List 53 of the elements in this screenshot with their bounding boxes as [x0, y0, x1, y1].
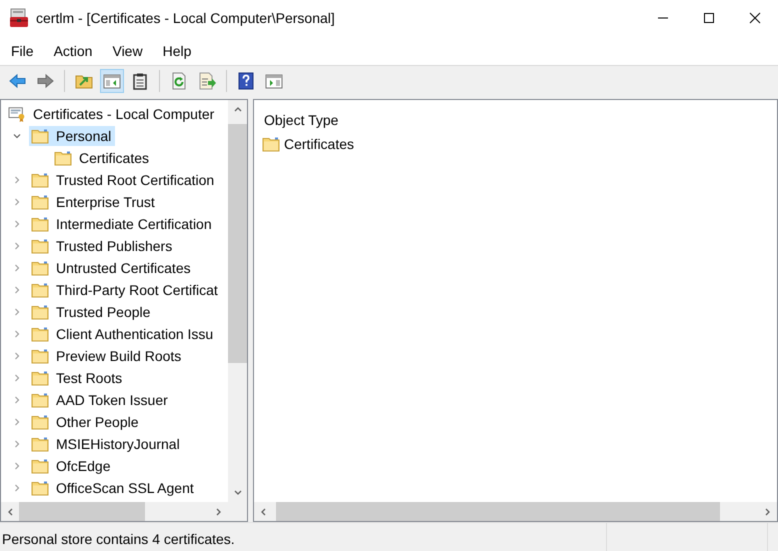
tree-item[interactable]: Preview Build Roots — [29, 346, 186, 366]
vertical-scrollbar[interactable] — [228, 100, 247, 502]
console-tree-button[interactable] — [100, 69, 124, 93]
folder-icon — [31, 172, 49, 188]
scrollbar-thumb[interactable] — [228, 124, 247, 363]
tree-item[interactable]: Trusted Root Certification — [29, 170, 218, 190]
folder-icon — [31, 348, 49, 364]
tree-item[interactable]: Personal — [29, 126, 116, 146]
status-text: Personal store contains 4 certificates. — [1, 530, 236, 549]
tree-item[interactable]: AAD Token Issuer — [29, 390, 172, 410]
folder-icon — [31, 260, 49, 276]
folder-icon — [31, 304, 49, 320]
folder-icon — [31, 414, 49, 430]
tree-item[interactable]: MSIEHistoryJournal — [29, 434, 184, 454]
tree-item[interactable]: Trusted People — [29, 302, 154, 322]
menu-item[interactable]: View — [105, 42, 150, 58]
horizontal-scrollbar[interactable] — [254, 502, 777, 521]
tree-item[interactable]: Certificates - Local Computer — [6, 104, 218, 124]
tree-item[interactable]: Trusted Publishers — [29, 236, 176, 256]
folder-icon — [31, 216, 49, 232]
folder-icon — [31, 238, 49, 254]
folder-icon — [31, 480, 49, 496]
folder-icon — [31, 128, 49, 144]
folder-icon — [31, 194, 49, 210]
folder-icon — [31, 458, 49, 474]
chevron-icon[interactable] — [12, 131, 22, 141]
tree-item[interactable]: Third-Party Root Certificat — [29, 280, 222, 300]
tree-item[interactable]: Intermediate Certification — [29, 214, 216, 234]
column-header[interactable]: Object Type — [262, 110, 386, 134]
tree-item[interactable]: Certificates — [52, 148, 154, 168]
folder-icon — [31, 326, 49, 342]
scrollbar-thumb[interactable] — [19, 502, 145, 521]
certificate-computer-icon — [8, 106, 26, 122]
folder-icon — [31, 436, 49, 452]
menu-item[interactable]: Help — [156, 42, 198, 58]
folder-icon — [31, 370, 49, 386]
tree-item[interactable]: Enterprise Trust — [29, 192, 159, 212]
tree-item[interactable]: OfcEdge — [29, 456, 114, 476]
menu-item[interactable]: Action — [46, 42, 100, 58]
list-item[interactable]: Certificates — [262, 134, 354, 154]
folder-icon — [262, 136, 280, 152]
menu-item[interactable]: File — [4, 42, 41, 58]
folder-icon — [54, 150, 72, 166]
toolbox-icon — [9, 8, 29, 28]
folder-icon — [31, 392, 49, 408]
tree-item[interactable]: Test Roots — [29, 368, 126, 388]
tree-item[interactable]: Client Authentication Issu — [29, 324, 218, 344]
tree-item[interactable]: Other People — [29, 412, 142, 432]
tree-item[interactable]: OfficeScan SSL Agent — [29, 478, 198, 498]
scrollbar-thumb[interactable] — [276, 502, 720, 521]
folder-icon — [31, 282, 49, 298]
tree-item[interactable]: Untrusted Certificates — [29, 258, 195, 278]
window-title: certlm - [Certificates - Local Computer\Personal] — [36, 10, 336, 26]
